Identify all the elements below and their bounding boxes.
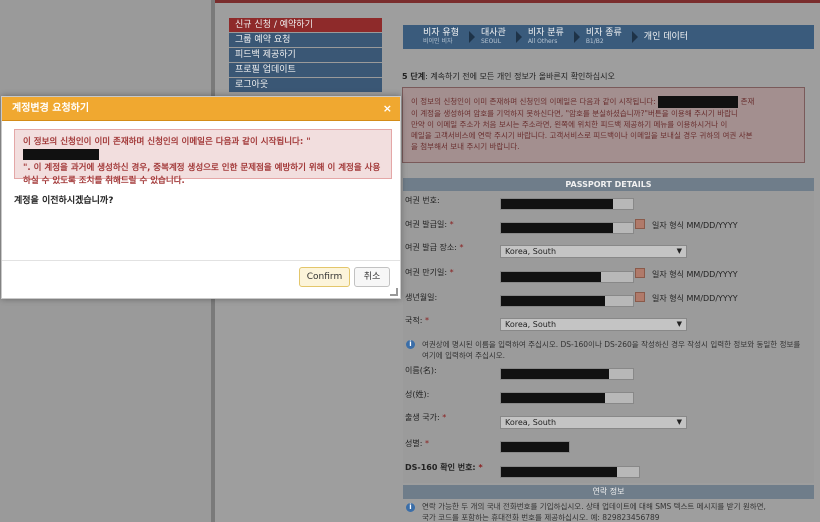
- issue-place-select[interactable]: Korea, South ▼: [500, 245, 687, 258]
- step-indicator: 5 단계: 계속하기 전에 모든 개인 정보가 올바른지 확인하십시오: [402, 71, 615, 82]
- nationality-label: 국적: *: [405, 316, 429, 325]
- breadcrumb-title: 비자 분류: [527, 28, 564, 38]
- dialog-title: 계정변경 요청하기: [12, 103, 90, 114]
- chevron-down-icon: ▼: [676, 247, 682, 255]
- surname-input[interactable]: [500, 392, 634, 404]
- sidebar-item-group-booking[interactable]: 그룹 예약 요청: [229, 33, 382, 48]
- calendar-icon[interactable]: [635, 268, 645, 278]
- sidebar-item-logout[interactable]: 로그아웃: [229, 78, 382, 93]
- alert-line: 이 정보의 신청인이 이미 존재하며 신청인의 이메일은 다음과 같이 시작됩니…: [23, 136, 383, 162]
- gender-label: 성별: *: [405, 439, 429, 448]
- chevron-right-icon: [573, 31, 580, 43]
- breadcrumb-visa-type[interactable]: 비자 유형 비이민 비자: [411, 25, 469, 49]
- dialog-divider: [2, 260, 400, 261]
- surname-label: 성(姓):: [405, 390, 430, 399]
- passport-details-panel: [403, 191, 814, 483]
- sidebar-item-profile-update[interactable]: 프로필 업데이트: [229, 63, 382, 78]
- issue-date-label: 여권 발급일: *: [405, 220, 454, 229]
- chevron-right-icon: [468, 31, 475, 43]
- nationality-select[interactable]: Korea, South ▼: [500, 318, 687, 331]
- info-icon: i: [406, 340, 415, 349]
- contact-info-text: 연락 가능한 두 개의 국내 전화번호를 기입하십시오. 상태 업데이트에 대해…: [422, 502, 766, 522]
- contact-info-header: 연락 정보: [403, 485, 814, 499]
- breadcrumb-sub: B1/B2: [585, 38, 604, 45]
- breadcrumb-embassy[interactable]: 대사관 SEOUL: [468, 25, 516, 49]
- ds160-label: DS-160 확인 번호: *: [405, 463, 483, 472]
- issue-place-label: 여권 발급 장소: *: [405, 243, 464, 252]
- calendar-icon[interactable]: [635, 292, 645, 302]
- breadcrumb-sub: All Others: [527, 38, 558, 45]
- redacted-value: [501, 393, 605, 403]
- info-icon: i: [406, 503, 415, 512]
- sidebar-item-feedback[interactable]: 피드백 제공하기: [229, 48, 382, 63]
- breadcrumb-visa-class[interactable]: 비자 종류 B1/B2: [573, 25, 632, 49]
- duplicate-account-warning: 이 정보의 신청인이 이미 존재하며 신청인의 이메일은 다음과 같이 시작됩니…: [402, 87, 805, 163]
- account-transfer-dialog: 계정변경 요청하기 × 이 정보의 신청인이 이미 존재하며 신청인의 이메일은…: [1, 96, 401, 299]
- alert-line: 하실 수 있도록 조치를 취해드릴 수 있습니다.: [23, 176, 185, 186]
- step-label: 5 단계: [402, 72, 426, 81]
- redacted-value: [501, 199, 613, 209]
- confirm-button[interactable]: Confirm: [299, 267, 350, 287]
- chevron-right-icon: [515, 31, 522, 43]
- given-name-label: 이름(名):: [405, 366, 437, 375]
- resize-handle[interactable]: [390, 288, 398, 296]
- birth-country-select[interactable]: Korea, South ▼: [500, 416, 687, 429]
- dialog-header: 계정변경 요청하기 ×: [2, 97, 400, 121]
- breadcrumb: 비자 유형 비이민 비자 대사관 SEOUL 비자 분류 All Others …: [403, 25, 814, 49]
- alert-line: ". 이 계정을 과거에 생성하신 경우, 중복계정 생성으로 인한 문제점을 …: [23, 163, 381, 173]
- dialog-alert: 이 정보의 신청인이 이미 존재하며 신청인의 이메일은 다음과 같이 시작됩니…: [14, 129, 392, 186]
- breadcrumb-sub: SEOUL: [480, 38, 502, 45]
- ds160-input[interactable]: [500, 466, 640, 478]
- breadcrumb-title: 대사관: [480, 28, 506, 38]
- breadcrumb-personal-data: 개인 데이터: [631, 25, 698, 49]
- given-name-input[interactable]: [500, 368, 634, 380]
- breadcrumb-sub: 비이민 비자: [423, 38, 453, 45]
- warning-line: 을 첨부해서 보내 주시기 바랍니다.: [411, 142, 520, 151]
- date-format-hint: 일자 형식 MM/DD/YYYY: [652, 294, 738, 303]
- chevron-down-icon: ▼: [676, 320, 682, 328]
- redacted-value: [501, 369, 609, 379]
- breadcrumb-title: 개인 데이터: [643, 32, 689, 42]
- date-format-hint: 일자 형식 MM/DD/YYYY: [652, 221, 738, 230]
- expiry-date-input[interactable]: [500, 271, 634, 283]
- birth-date-input[interactable]: [500, 295, 634, 307]
- expiry-date-label: 여권 만기일: *: [405, 268, 454, 277]
- calendar-icon[interactable]: [635, 219, 645, 229]
- cancel-button[interactable]: 취소: [354, 267, 390, 287]
- passport-details-header: PASSPORT DETAILS: [403, 178, 814, 191]
- close-icon[interactable]: ×: [383, 97, 392, 121]
- step-text: : 계속하기 전에 모든 개인 정보가 올바른지 확인하십시오: [425, 72, 615, 81]
- warning-line: 이 계정을 생성하여 암호를 기억하지 못하신다면, "암호를 분실하셨습니까?…: [411, 109, 738, 118]
- redacted-email: [23, 149, 99, 160]
- redacted-value: [501, 223, 613, 233]
- sidebar-item-new-application[interactable]: 신규 신청 / 예약하기: [229, 18, 382, 33]
- name-info-text: 여권상에 명시된 이름을 입력하여 주십시오. DS-160이나 DS-260을…: [422, 340, 801, 360]
- redacted-value: [501, 467, 617, 477]
- redacted-email: [658, 96, 739, 108]
- redacted-value: [501, 296, 605, 306]
- warning-line: 메일을 고객서비스에 연락 주시기 바랍니다. 고객서비스로 피드백이나 이메일…: [411, 131, 753, 140]
- issue-date-input[interactable]: [500, 222, 634, 234]
- sidebar-nav: 신규 신청 / 예약하기 그룹 예약 요청 피드백 제공하기 프로필 업데이트 …: [229, 18, 382, 93]
- passport-number-input[interactable]: [500, 198, 634, 210]
- breadcrumb-title: 비자 유형: [423, 28, 459, 38]
- date-format-hint: 일자 형식 MM/DD/YYYY: [652, 270, 738, 279]
- breadcrumb-title: 비자 종류: [585, 28, 622, 38]
- warning-line: 이 정보의 신청인이 이미 존재하며 신청인의 이메일은 다음과 같이 시작됩니…: [411, 96, 755, 108]
- gender-select[interactable]: [500, 441, 570, 453]
- passport-number-label: 여권 번호:: [405, 196, 440, 205]
- dialog-question: 계정을 이전하시겠습니까?: [14, 196, 114, 206]
- birth-country-label: 출생 국가: *: [405, 413, 447, 422]
- redacted-value: [501, 272, 601, 282]
- birth-date-label: 생년월일:: [405, 293, 438, 302]
- chevron-right-icon: [631, 31, 638, 43]
- chevron-down-icon: ▼: [676, 418, 682, 426]
- breadcrumb-visa-category[interactable]: 비자 분류 All Others: [515, 25, 574, 49]
- warning-line: 만약 이 이메일 주소가 처음 보시는 주소라면, 왼쪽에 위치한 피드백 제공…: [411, 120, 728, 129]
